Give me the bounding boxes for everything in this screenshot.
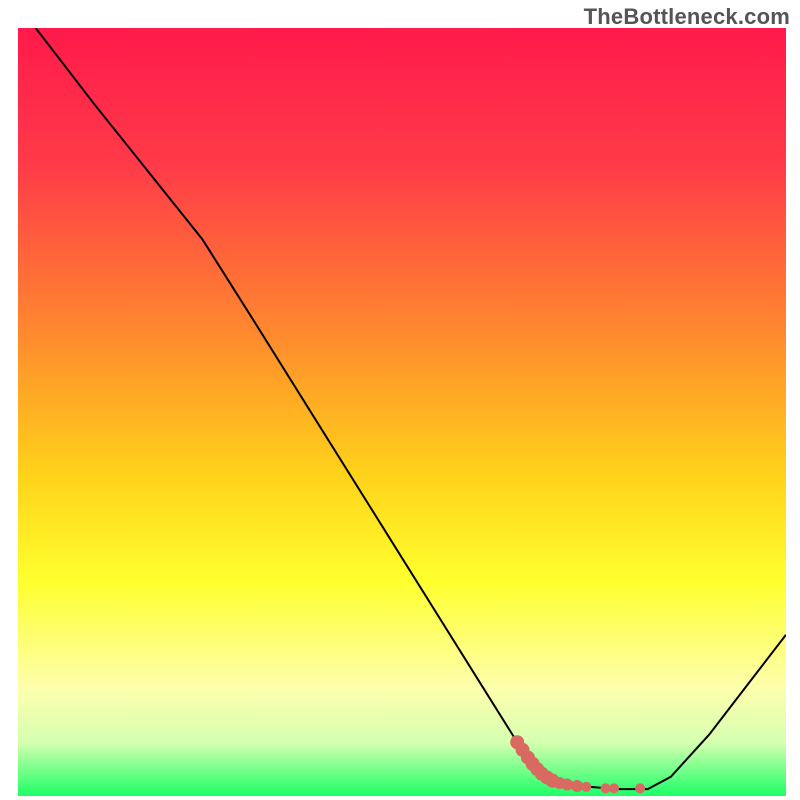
marker-dot bbox=[571, 780, 583, 792]
chart-svg bbox=[18, 28, 786, 796]
marker-dot bbox=[581, 782, 591, 792]
marker-dot bbox=[609, 783, 619, 793]
plot-area bbox=[18, 28, 786, 796]
gradient-background bbox=[18, 28, 786, 796]
watermark-text: TheBottleneck.com bbox=[584, 4, 790, 30]
marker-dot bbox=[635, 783, 645, 793]
chart-stage: TheBottleneck.com bbox=[0, 0, 800, 800]
